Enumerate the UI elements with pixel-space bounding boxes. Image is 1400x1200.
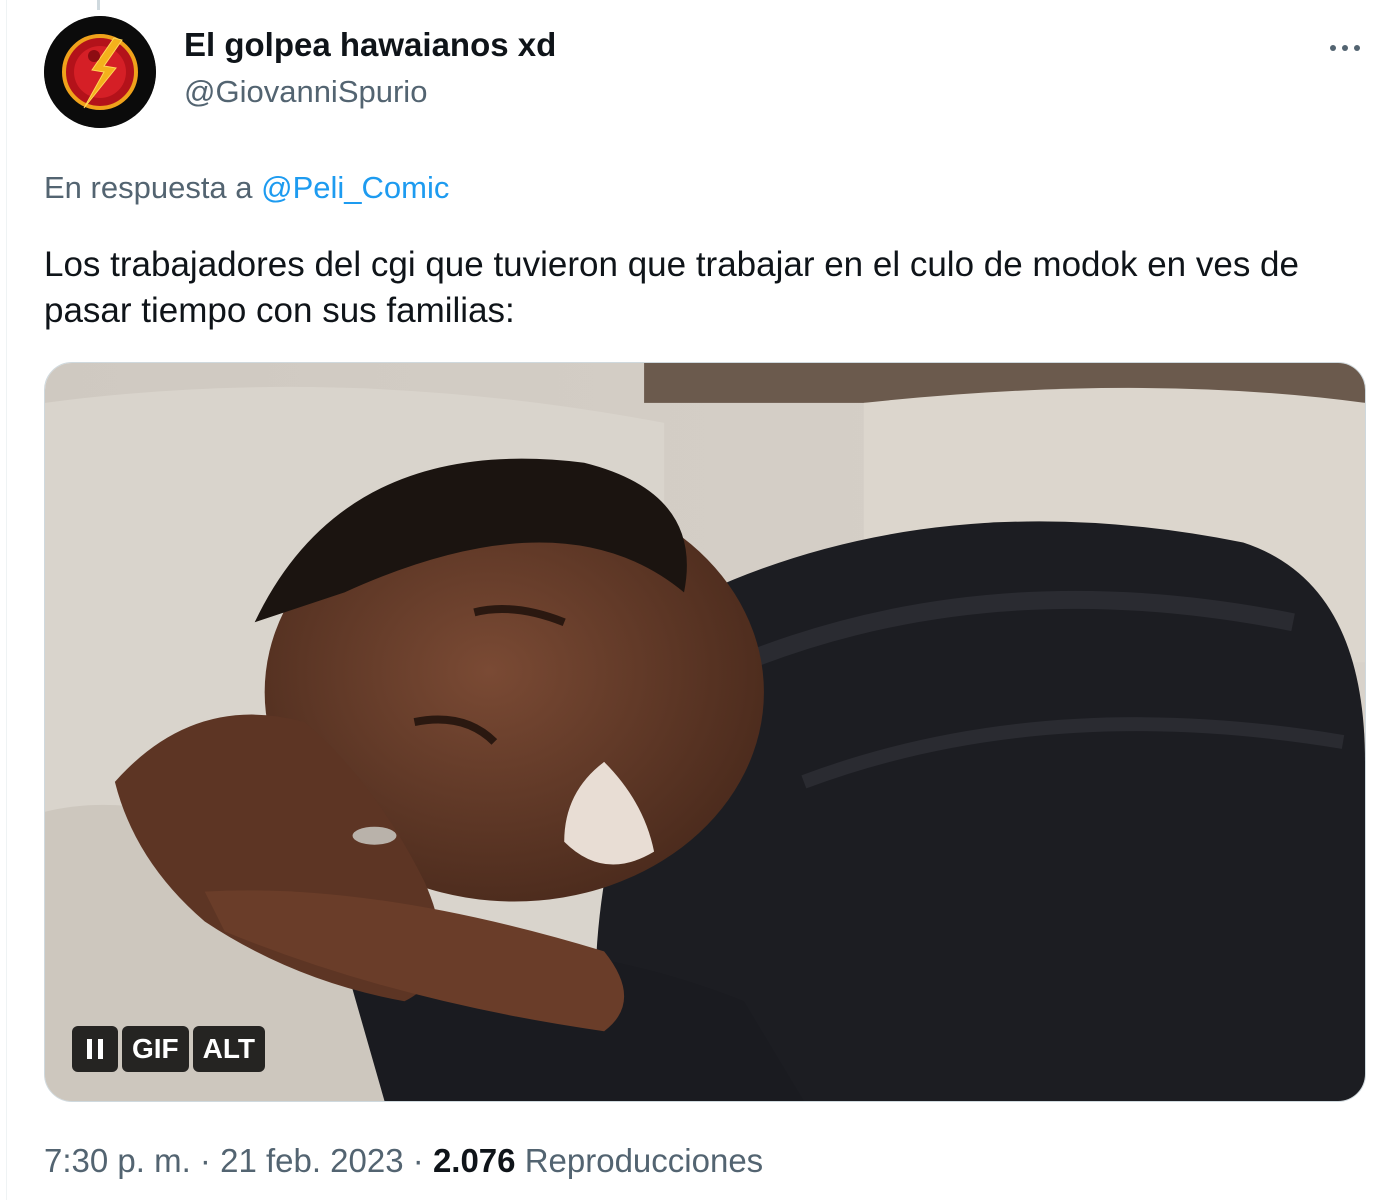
gif-badge: GIF	[122, 1026, 189, 1072]
timeline-border	[6, 0, 7, 1200]
avatar[interactable]	[44, 16, 156, 128]
more-dots-icon	[1330, 45, 1336, 51]
thread-connector-line	[97, 0, 100, 10]
views-label: Reproducciones	[524, 1142, 764, 1179]
tweet-text: Los trabajadores del cgi que tuvieron qu…	[44, 245, 1299, 330]
reply-to-link[interactable]: @Peli_Comic	[261, 170, 449, 205]
tweet-time[interactable]: 7:30 p. m.	[44, 1142, 191, 1179]
pause-button[interactable]	[72, 1026, 118, 1072]
crying-man-gif-image	[45, 363, 1365, 1101]
separator: ·	[412, 1142, 424, 1179]
tweet-date[interactable]: 21 feb. 2023	[220, 1142, 404, 1179]
tweet-metadata: 7:30 p. m. · 21 feb. 2023 · 2.076 Reprod…	[44, 1142, 763, 1180]
gif-controls: GIF ALT	[72, 1026, 266, 1072]
views-count: 2.076	[432, 1142, 516, 1179]
reply-prefix: En respuesta a	[44, 170, 262, 205]
display-name[interactable]: El golpea hawaianos xd	[184, 26, 556, 64]
flash-logo-icon	[44, 16, 156, 128]
user-handle[interactable]: @GiovanniSpurio	[184, 74, 427, 110]
separator: ·	[199, 1142, 211, 1179]
alt-text-button[interactable]: ALT	[192, 1026, 266, 1072]
more-options-button[interactable]	[1322, 30, 1368, 66]
pause-icon	[87, 1039, 92, 1059]
tweet-gif-media[interactable]	[44, 362, 1366, 1102]
reply-context: En respuesta a @Peli_Comic	[44, 170, 449, 206]
